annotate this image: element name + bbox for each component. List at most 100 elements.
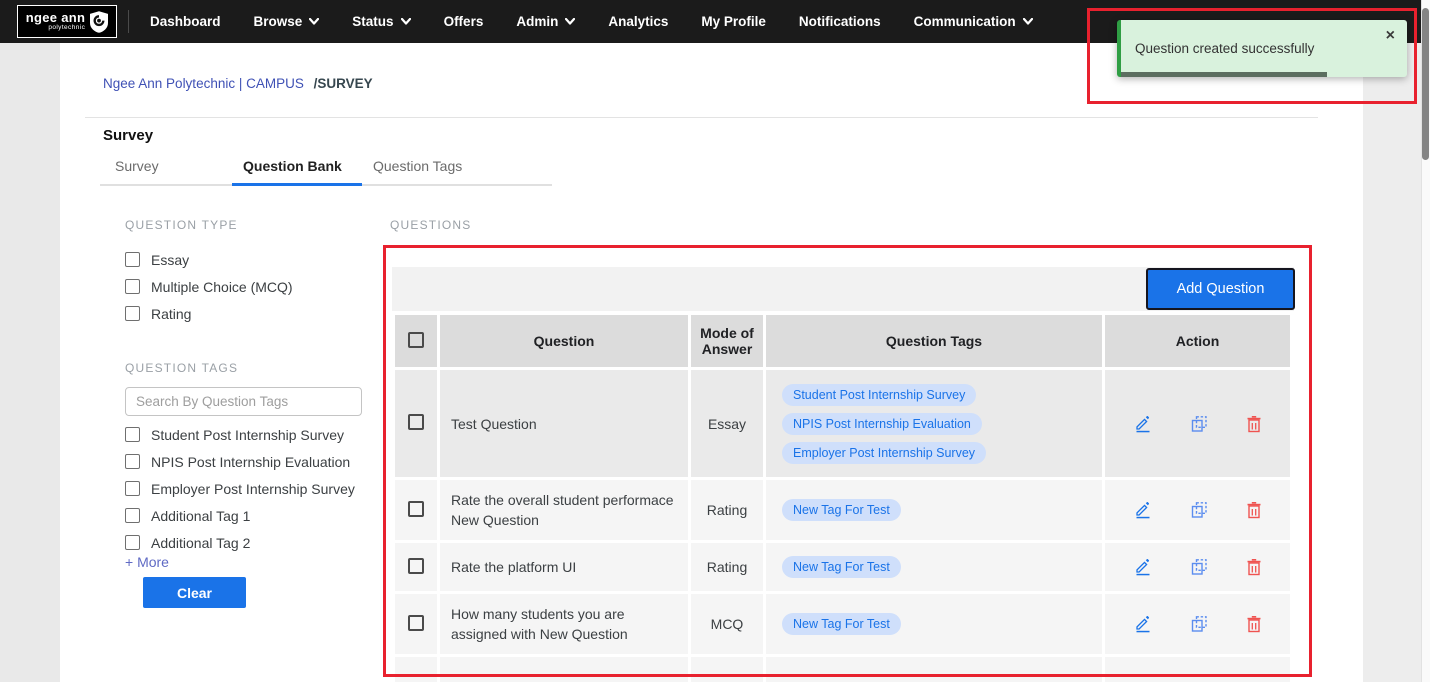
- nav-item-status[interactable]: Status: [352, 14, 410, 29]
- mode-of-answer: Rating: [691, 480, 763, 540]
- duplicate-button[interactable]: [1190, 415, 1208, 433]
- row-checkbox[interactable]: [408, 558, 424, 574]
- filter-tag-npis-post-internship-evaluation[interactable]: NPIS Post Internship Evaluation: [125, 448, 355, 475]
- shield-logo-icon: [90, 11, 108, 33]
- filter-tag-employer-post-internship-survey[interactable]: Employer Post Internship Survey: [125, 475, 355, 502]
- mode-of-answer: Rating: [691, 543, 763, 591]
- pencil-icon: [1134, 415, 1152, 433]
- edit-button[interactable]: [1134, 615, 1152, 633]
- chevron-down-icon: [309, 18, 319, 25]
- nav-item-label: Browse: [254, 14, 303, 29]
- checkbox[interactable]: [125, 252, 140, 267]
- clear-button[interactable]: Clear: [143, 577, 246, 608]
- nav-item-label: Notifications: [799, 14, 881, 29]
- row-actions: [1105, 415, 1290, 433]
- tag-pill: New Tag For Test: [782, 499, 901, 521]
- table-row: Which organization you are New QuestionM…: [395, 657, 1290, 682]
- delete-button[interactable]: [1246, 415, 1262, 433]
- nav-item-my-profile[interactable]: My Profile: [701, 14, 766, 29]
- nav-item-admin[interactable]: Admin: [516, 14, 575, 29]
- pencil-icon: [1134, 615, 1152, 633]
- edit-button[interactable]: [1134, 501, 1152, 519]
- search-input[interactable]: [125, 387, 362, 416]
- table-row: Test QuestionEssayStudent Post Internshi…: [395, 370, 1290, 477]
- nav-item-label: Communication: [914, 14, 1016, 29]
- option-label: Employer Post Internship Survey: [151, 481, 355, 497]
- duplicate-button[interactable]: [1190, 558, 1208, 576]
- select-all-checkbox[interactable]: [408, 332, 424, 348]
- checkbox[interactable]: [125, 279, 140, 294]
- page-title: Survey: [103, 127, 153, 144]
- filter-type-essay[interactable]: Essay: [125, 246, 293, 273]
- trash-icon: [1246, 415, 1262, 433]
- questions-table: Question Mode of Answer Question Tags Ac…: [392, 312, 1293, 682]
- row-checkbox[interactable]: [408, 615, 424, 631]
- question-tags: New Tag For Test: [782, 613, 1102, 635]
- nav-item-offers[interactable]: Offers: [444, 14, 484, 29]
- delete-button[interactable]: [1246, 615, 1262, 633]
- filter-type-multiple-choice-mcq-[interactable]: Multiple Choice (MCQ): [125, 273, 293, 300]
- edit-button[interactable]: [1134, 415, 1152, 433]
- tag-pill: Student Post Internship Survey: [782, 384, 976, 406]
- add-question-button[interactable]: Add Question: [1146, 268, 1295, 310]
- edit-button[interactable]: [1134, 558, 1152, 576]
- question-text: Which organization you are New Question: [440, 657, 688, 682]
- scrollbar-thumb[interactable]: [1422, 8, 1429, 160]
- filter-tag-student-post-internship-survey[interactable]: Student Post Internship Survey: [125, 421, 355, 448]
- ngee-ann-logo[interactable]: ngee ann polytechnic: [17, 5, 117, 38]
- nav-item-label: Status: [352, 14, 393, 29]
- logo-text: ngee ann polytechnic: [26, 11, 85, 32]
- breadcrumb: Ngee Ann Polytechnic | CAMPUS /SURVEY: [103, 76, 373, 91]
- nav-item-communication[interactable]: Communication: [914, 14, 1033, 29]
- filter-tag-additional-tag-1[interactable]: Additional Tag 1: [125, 502, 355, 529]
- duplicate-button[interactable]: [1190, 501, 1208, 519]
- question-text: How many students you are assigned with …: [440, 594, 688, 654]
- checkbox[interactable]: [125, 427, 140, 442]
- questions-heading: QUESTIONS: [390, 218, 471, 232]
- tag-pill: New Tag For Test: [782, 556, 901, 578]
- nav-item-analytics[interactable]: Analytics: [608, 14, 668, 29]
- checkbox[interactable]: [125, 508, 140, 523]
- breadcrumb-campus-link[interactable]: Ngee Ann Polytechnic | CAMPUS: [103, 76, 304, 91]
- more-link[interactable]: + More: [125, 554, 169, 570]
- nav-item-browse[interactable]: Browse: [254, 14, 320, 29]
- copy-icon: [1190, 415, 1208, 433]
- page: ngee ann polytechnic Dashboard Browse Stat…: [0, 0, 1430, 682]
- toast-message: Question created successfully: [1135, 41, 1314, 56]
- copy-icon: [1190, 558, 1208, 576]
- duplicate-button[interactable]: [1190, 615, 1208, 633]
- row-actions: [1105, 501, 1290, 519]
- tab-survey[interactable]: Survey: [115, 158, 159, 174]
- row-checkbox[interactable]: [408, 414, 424, 430]
- nav-item-label: Offers: [444, 14, 484, 29]
- row-checkbox[interactable]: [408, 501, 424, 517]
- nav-divider: [128, 10, 129, 33]
- filter-type-rating[interactable]: Rating: [125, 300, 293, 327]
- nav-item-dashboard[interactable]: Dashboard: [150, 14, 221, 29]
- column-header-action: Action: [1105, 315, 1290, 367]
- tag-pill: Employer Post Internship Survey: [782, 442, 986, 464]
- checkbox[interactable]: [125, 454, 140, 469]
- delete-button[interactable]: [1246, 501, 1262, 519]
- copy-icon: [1190, 501, 1208, 519]
- checkbox[interactable]: [125, 535, 140, 550]
- tab-question-bank[interactable]: Question Bank: [243, 158, 342, 174]
- scrollbar-track[interactable]: [1421, 0, 1430, 682]
- left-gutter: [0, 43, 60, 682]
- nav-item-notifications[interactable]: Notifications: [799, 14, 881, 29]
- column-header-mode: Mode of Answer: [691, 315, 763, 367]
- active-tab-indicator: [232, 183, 362, 186]
- filter-tag-additional-tag-2[interactable]: Additional Tag 2: [125, 529, 355, 556]
- close-icon[interactable]: ×: [1386, 26, 1395, 45]
- pencil-icon: [1134, 558, 1152, 576]
- nav-item-label: My Profile: [701, 14, 766, 29]
- table-row: Rate the platform UIRatingNew Tag For Te…: [395, 543, 1290, 591]
- chevron-down-icon: [401, 18, 411, 25]
- delete-button[interactable]: [1246, 558, 1262, 576]
- checkbox[interactable]: [125, 481, 140, 496]
- question-text: Rate the overall student performace New …: [440, 480, 688, 540]
- column-header-tags: Question Tags: [766, 315, 1102, 367]
- checkbox[interactable]: [125, 306, 140, 321]
- option-label: Rating: [151, 306, 191, 322]
- tab-question-tags[interactable]: Question Tags: [373, 158, 462, 174]
